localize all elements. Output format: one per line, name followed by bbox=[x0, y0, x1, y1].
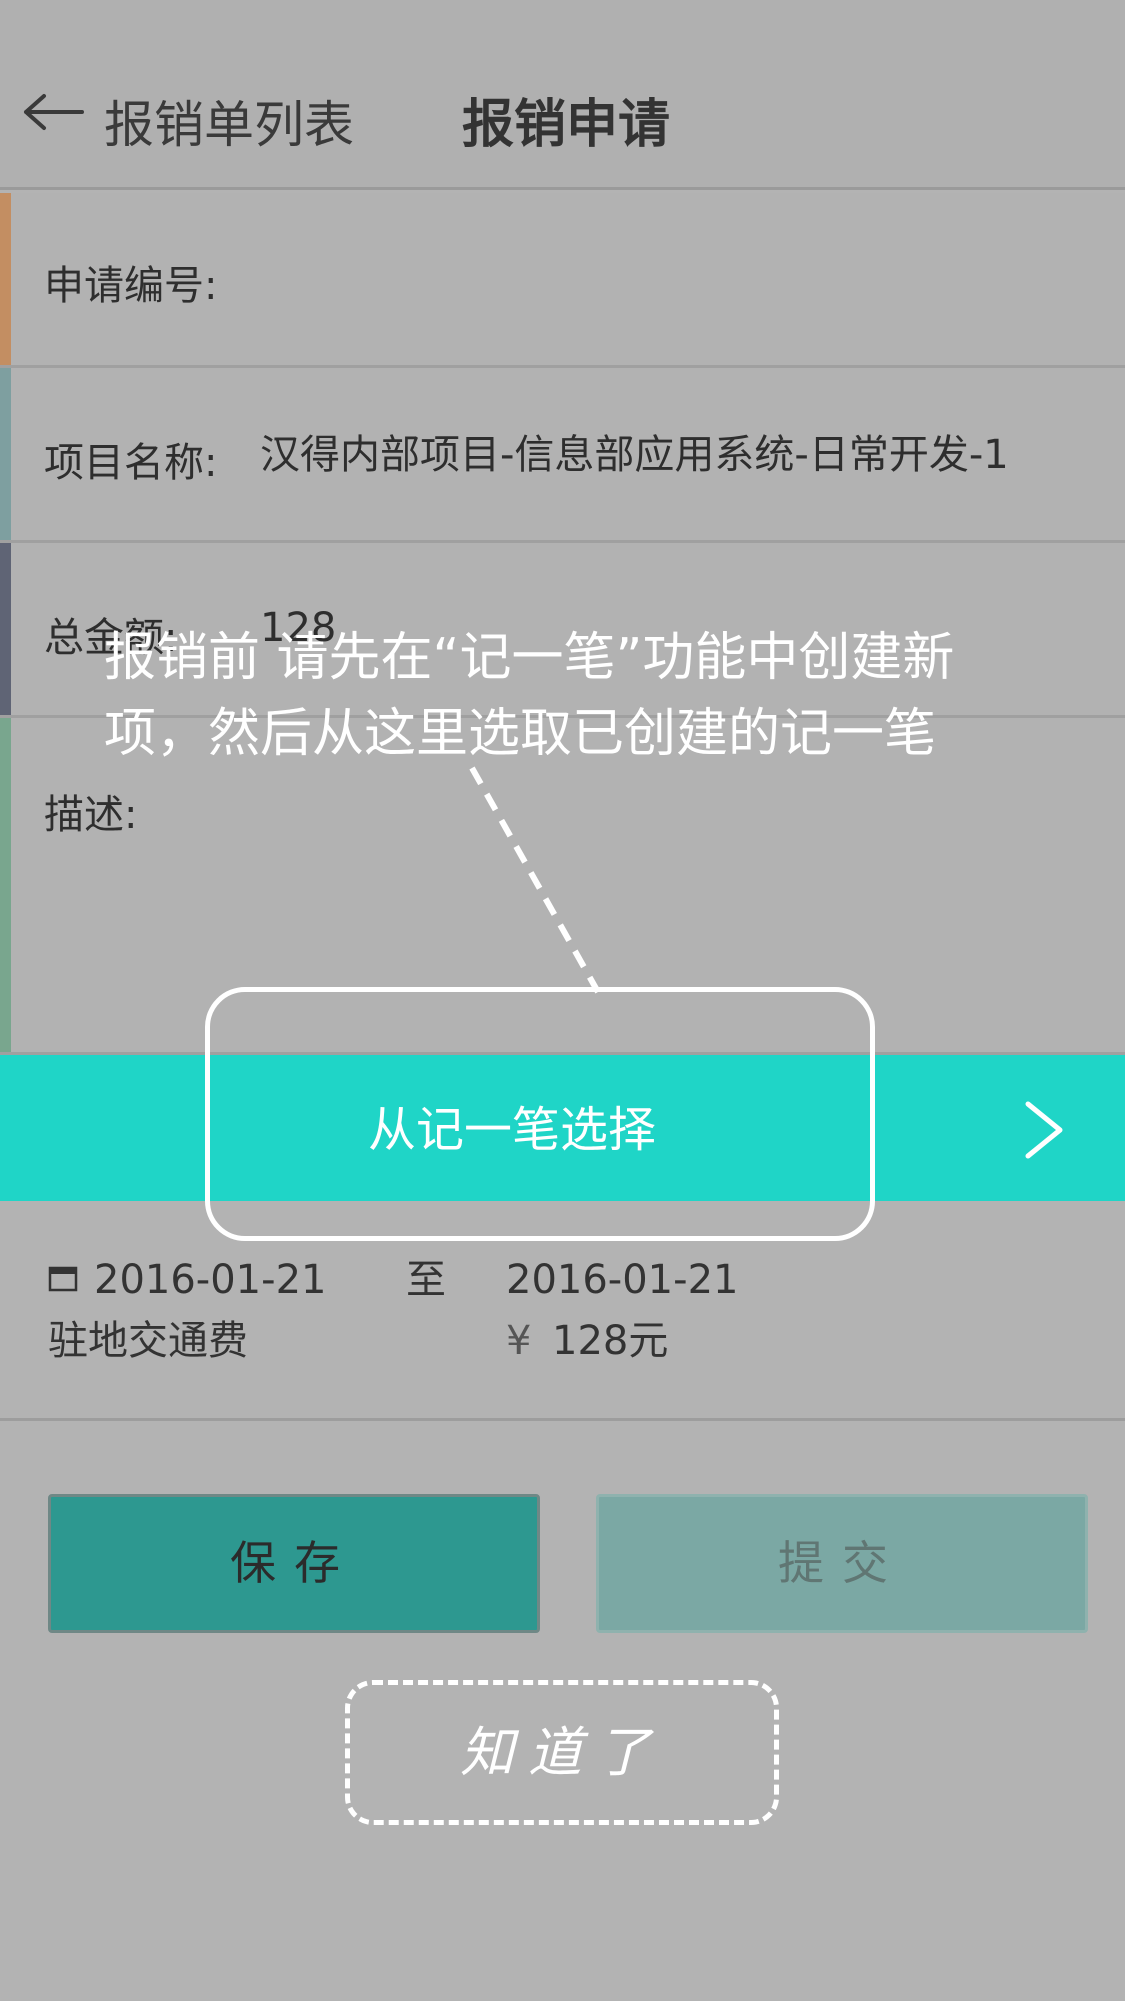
entry-amount: 128元 bbox=[552, 1318, 669, 1364]
guide-highlight-box bbox=[205, 987, 875, 1241]
guide-tip-line: 报销前 请先在“记一笔”功能中创建新 bbox=[104, 628, 955, 688]
project-name-label: 项目名称: bbox=[44, 440, 218, 486]
got-it-button[interactable]: 知道了 bbox=[345, 1680, 779, 1825]
back-link-label[interactable]: 报销单列表 bbox=[104, 92, 354, 158]
row-color-stripe bbox=[0, 193, 11, 365]
save-button[interactable]: 保存 bbox=[48, 1494, 540, 1633]
project-name-value: 汉得内部项目-信息部应用系统-日常开发-1 bbox=[260, 432, 1009, 478]
entry-date-from: 2016-01-21 bbox=[94, 1257, 327, 1303]
calendar-icon bbox=[48, 1266, 78, 1292]
entry-category: 驻地交通费 bbox=[48, 1318, 248, 1364]
apply-number-row: 申请编号: bbox=[0, 193, 1125, 368]
row-color-stripe bbox=[0, 718, 11, 1052]
row-color-stripe bbox=[0, 368, 11, 540]
entry-date-to: 2016-01-21 bbox=[506, 1257, 739, 1303]
guide-tip-text: 报销前 请先在“记一笔”功能中创建新 项，然后从这里选取已创建的记一笔 bbox=[104, 620, 1064, 772]
description-label: 描述: bbox=[44, 792, 138, 838]
apply-number-label: 申请编号: bbox=[44, 263, 218, 309]
row-color-stripe bbox=[0, 543, 11, 715]
page-title: 报销申请 bbox=[462, 95, 671, 155]
back-arrow-icon[interactable] bbox=[22, 92, 84, 132]
project-name-row[interactable]: 项目名称: 汉得内部项目-信息部应用系统-日常开发-1 bbox=[0, 368, 1125, 543]
guide-pointer-line bbox=[469, 766, 601, 994]
chevron-right-icon bbox=[1025, 1101, 1063, 1159]
yen-icon: ¥ bbox=[506, 1318, 532, 1364]
submit-button[interactable]: 提交 bbox=[596, 1494, 1088, 1633]
entry-to-label: 至 bbox=[406, 1257, 446, 1303]
